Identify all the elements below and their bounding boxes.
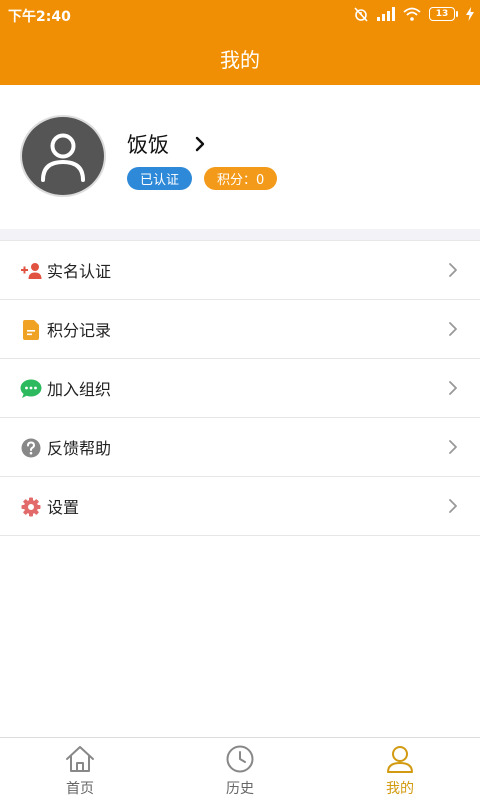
person-icon (384, 744, 416, 774)
chevron-right-icon (195, 136, 205, 152)
chevron-right-icon (449, 499, 457, 513)
battery-icon: 13 (429, 7, 458, 21)
document-icon (20, 319, 42, 341)
chevron-right-icon (449, 440, 457, 454)
status-icons: 13 (353, 5, 474, 23)
status-time: 下午2:40 (8, 9, 71, 25)
menu-item-feedback-help[interactable]: 反馈帮助 (0, 418, 480, 477)
profile-badges: 已认证 积分：0 (127, 167, 278, 190)
chevron-right-icon (449, 263, 457, 277)
username: 饭饭 (127, 133, 169, 157)
nav-item-mine[interactable]: 我的 (320, 738, 480, 800)
chevron-right-icon (449, 381, 457, 395)
nav-item-history[interactable]: 历史 (160, 738, 320, 800)
menu-label: 加入组织 (47, 380, 112, 399)
wifi-icon (403, 7, 421, 21)
nav-label: 历史 (226, 781, 254, 797)
charging-icon (466, 7, 474, 21)
add-person-icon (20, 260, 42, 282)
section-divider (0, 229, 480, 240)
nav-item-home[interactable]: 首页 (0, 738, 160, 800)
menu-item-settings[interactable]: 设置 (0, 477, 480, 536)
clock-icon (224, 744, 256, 774)
page-title: 我的 (220, 48, 260, 72)
header: 下午2:40 13 我的 (0, 0, 480, 85)
username-link[interactable]: 饭饭 (127, 129, 205, 159)
menu-label: 实名认证 (47, 262, 112, 281)
battery-level: 13 (429, 7, 455, 21)
points-badge: 积分：0 (204, 167, 278, 190)
menu-label: 设置 (47, 498, 80, 517)
nav-label: 首页 (66, 781, 94, 797)
nav-label: 我的 (386, 781, 414, 797)
menu-item-points-record[interactable]: 积分记录 (0, 300, 480, 359)
default-avatar-icon (41, 133, 85, 182)
menu-item-real-name-verification[interactable]: 实名认证 (0, 241, 480, 300)
verified-badge: 已认证 (127, 167, 193, 190)
profile-card: 饭饭 已认证 积分：0 (0, 85, 480, 229)
avatar[interactable] (20, 115, 106, 197)
profile-screen: 下午2:40 13 我的 饭饭 已认证 积分：0 实名认证 积分记录 加入组织 … (0, 0, 480, 800)
menu-label: 积分记录 (47, 321, 112, 340)
chat-bubble-icon (20, 378, 42, 400)
menu-label: 反馈帮助 (47, 439, 112, 458)
settings-menu: 实名认证 积分记录 加入组织 反馈帮助 设置 (0, 240, 480, 536)
home-icon (64, 744, 96, 774)
gear-icon (20, 496, 42, 518)
chevron-right-icon (449, 322, 457, 336)
question-icon (20, 437, 42, 459)
alarm-off-icon (353, 6, 369, 22)
menu-item-join-organization[interactable]: 加入组织 (0, 359, 480, 418)
bottom-nav: 首页 历史 我的 (0, 737, 480, 800)
status-bar: 下午2:40 13 (0, 0, 480, 28)
signal-icon (377, 7, 395, 21)
